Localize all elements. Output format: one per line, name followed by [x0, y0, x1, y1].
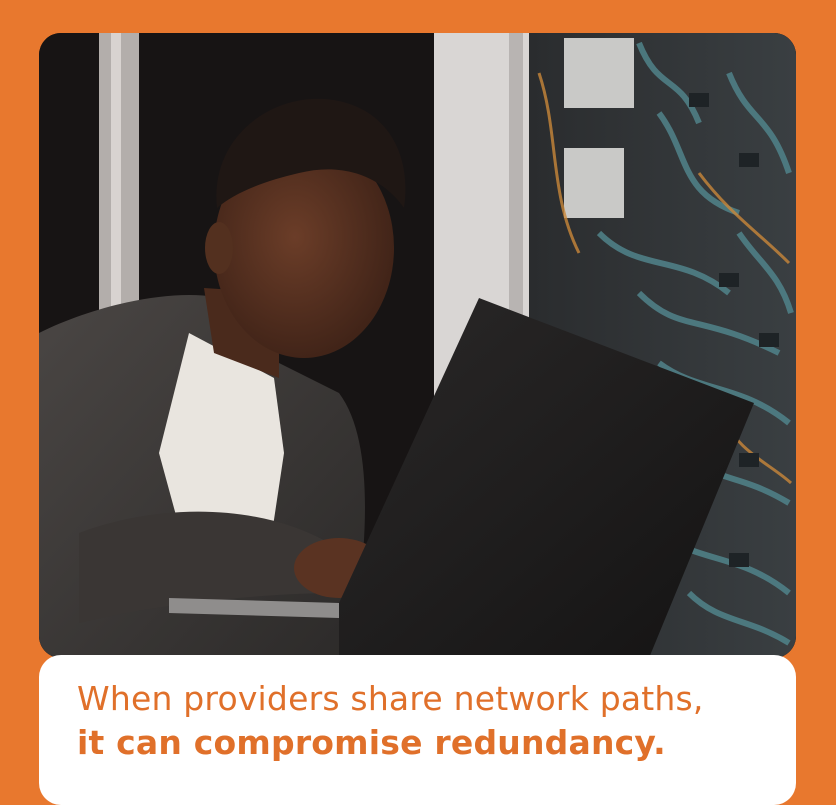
- photo: [39, 33, 796, 658]
- photo-illustration: [39, 33, 796, 658]
- caption-line-2: it can compromise redundancy.: [77, 723, 666, 762]
- caption-line-1: When providers share network paths,: [77, 679, 704, 718]
- orange-frame: When providers share network paths, it c…: [0, 0, 836, 805]
- caption-card: When providers share network paths, it c…: [39, 655, 796, 805]
